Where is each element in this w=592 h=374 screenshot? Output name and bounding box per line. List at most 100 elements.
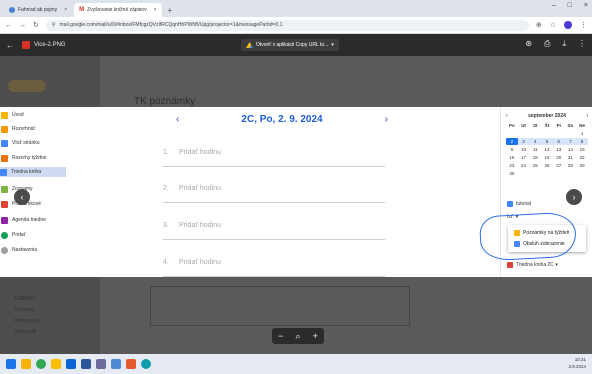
windows-start-icon[interactable] bbox=[6, 359, 16, 369]
calendar-day[interactable]: 30 bbox=[506, 170, 518, 177]
tutorial-icon bbox=[507, 201, 513, 207]
calendar-empty-cell bbox=[518, 130, 530, 137]
calendar-day[interactable]: 2 bbox=[506, 138, 518, 145]
calendar-day[interactable]: 5 bbox=[541, 138, 553, 145]
settings-icon[interactable] bbox=[111, 359, 121, 369]
lens-icon[interactable]: ⊕ bbox=[536, 21, 542, 29]
calendar-day[interactable]: 3 bbox=[517, 138, 530, 145]
outlook-icon[interactable] bbox=[66, 359, 76, 369]
close-window-button[interactable]: × bbox=[584, 2, 588, 9]
sidebar-item-triedna-kniha[interactable]: Triedna kniha bbox=[0, 167, 66, 177]
hour-slot-2[interactable]: 2. Pridať hodinu bbox=[163, 174, 385, 203]
browser-tab-2[interactable]: M Zvyšovanie knižné zápisov × bbox=[74, 3, 162, 17]
new-tab-button[interactable]: + bbox=[164, 6, 177, 17]
sidebar-item-zoznamy[interactable]: Zoznamy bbox=[1, 184, 67, 194]
photos-icon[interactable] bbox=[126, 359, 136, 369]
reload-icon[interactable]: ↻ bbox=[33, 21, 39, 29]
calendar-day[interactable]: 25 bbox=[529, 162, 541, 169]
hour-slot-3[interactable]: 3. Pridať hodinu bbox=[163, 211, 385, 240]
calendar-day[interactable]: 6 bbox=[552, 138, 565, 145]
calendar-weekday: Ut bbox=[521, 123, 526, 128]
print-icon[interactable]: ⎙ bbox=[544, 39, 550, 49]
forward-arrow-icon[interactable]: → bbox=[19, 22, 26, 29]
calendar-day[interactable]: 18 bbox=[529, 154, 541, 161]
site-info-icon[interactable]: ⚲ bbox=[52, 22, 56, 28]
calendar-day[interactable]: 12 bbox=[541, 146, 553, 153]
open-with-button[interactable]: Otvoriť v aplikácii Copy URL to... ▾ bbox=[241, 39, 339, 51]
browser-tab-bar: Fahrrad ab pojmy × M Zvyšovanie knižné z… bbox=[0, 0, 592, 17]
sidebar-item-label: Agenda triedne bbox=[12, 217, 46, 223]
hour-slot-1[interactable]: 1. Pridať hodinu bbox=[163, 138, 385, 167]
sidebar-item-rozvrhy[interactable]: Rozvrhy týždne bbox=[1, 153, 67, 163]
calendar-day[interactable]: 9 bbox=[506, 146, 518, 153]
system-clock[interactable]: 10:31 3.9.2024 bbox=[568, 356, 586, 370]
calendar-day[interactable]: 16 bbox=[506, 154, 518, 161]
calendar-day[interactable]: 21 bbox=[565, 154, 577, 161]
close-tab-icon[interactable]: × bbox=[64, 7, 67, 13]
sidebar-item-rozvrhnut[interactable]: Rozvrhnúť bbox=[1, 124, 67, 134]
chrome-icon[interactable] bbox=[36, 359, 46, 369]
calendar-day[interactable]: 24 bbox=[518, 162, 530, 169]
sidebar-item-uvod[interactable]: Úvod bbox=[1, 110, 67, 120]
calendar-day[interactable]: 1 bbox=[576, 130, 588, 137]
calendar-day[interactable]: 27 bbox=[553, 162, 565, 169]
teams-icon[interactable] bbox=[96, 359, 106, 369]
next-day-button[interactable]: › bbox=[385, 114, 388, 125]
calendar-prev-button[interactable]: ‹ bbox=[506, 113, 508, 119]
calendar-day[interactable]: 23 bbox=[506, 162, 518, 169]
close-preview-arrow-icon[interactable]: ← bbox=[6, 41, 14, 50]
add-hour-link[interactable]: Pridať hodinu bbox=[179, 259, 221, 266]
calendar-day[interactable]: 11 bbox=[529, 146, 541, 153]
prev-day-button[interactable]: ‹ bbox=[176, 114, 179, 125]
close-tab-icon[interactable]: × bbox=[154, 7, 157, 13]
calendar-day[interactable]: 20 bbox=[553, 154, 565, 161]
calendar-day[interactable]: 28 bbox=[565, 162, 577, 169]
folder-icon[interactable] bbox=[51, 359, 61, 369]
tutorial-link[interactable]: tutorial bbox=[507, 201, 531, 207]
minimize-button[interactable]: – bbox=[552, 2, 556, 9]
previous-file-button[interactable]: ‹ bbox=[14, 189, 30, 205]
calendar-day[interactable]: 13 bbox=[553, 146, 565, 153]
sidebar-item-pridat[interactable]: Pridať bbox=[1, 230, 67, 240]
profile-avatar[interactable] bbox=[564, 21, 572, 29]
maximize-button[interactable]: □ bbox=[568, 2, 572, 9]
zoom-out-button[interactable]: − bbox=[278, 331, 283, 341]
calendar-day[interactable]: 10 bbox=[518, 146, 530, 153]
bookmark-star-icon[interactable]: ☆ bbox=[550, 21, 556, 29]
add-hour-link[interactable]: Pridať hodinu bbox=[179, 222, 221, 229]
word-icon[interactable] bbox=[81, 359, 91, 369]
url-field[interactable]: ⚲ mail.google.com/mail/u/0/#inbox/FMfcgz… bbox=[45, 19, 529, 31]
calendar-day[interactable]: 4 bbox=[529, 138, 542, 145]
add-hour-link[interactable]: Pridať hodinu bbox=[179, 185, 221, 192]
calendar-day[interactable]: 19 bbox=[541, 154, 553, 161]
calendar-day[interactable]: 14 bbox=[565, 146, 577, 153]
calendar-day[interactable]: 7 bbox=[564, 138, 577, 145]
calendar-empty-cell bbox=[565, 130, 577, 137]
browser-menu-icon[interactable]: ⋮ bbox=[580, 21, 587, 29]
calendar-day[interactable]: 26 bbox=[541, 162, 553, 169]
sidebar-item-poznamkove[interactable]: Poznámkové bbox=[1, 199, 67, 209]
calendar-day[interactable]: 8 bbox=[576, 138, 588, 145]
file-explorer-icon[interactable] bbox=[21, 359, 31, 369]
class-book-selector[interactable]: Triedna kniha 2C ▾ bbox=[507, 262, 558, 268]
add-shortcut-icon[interactable]: ⊛ bbox=[525, 39, 532, 49]
more-options-icon[interactable]: ⋮ bbox=[578, 39, 586, 49]
zoom-in-button[interactable]: + bbox=[313, 331, 318, 341]
next-file-button[interactable]: › bbox=[566, 189, 582, 205]
hour-slot-4[interactable]: 4. Pridať hodinu bbox=[163, 248, 385, 277]
open-with-label: Otvoriť v aplikácii Copy URL to... bbox=[256, 42, 329, 48]
calendar-day[interactable]: 29 bbox=[576, 162, 588, 169]
sidebar-item-label: Pridať bbox=[12, 232, 26, 238]
calendar-day[interactable]: 17 bbox=[518, 154, 530, 161]
sidebar-item-nastavenia[interactable]: Nastavenia bbox=[1, 245, 67, 255]
sidebar-item-agenda[interactable]: Agenda triedne bbox=[1, 215, 67, 225]
browser-tab-1[interactable]: Fahrrad ab pojmy × bbox=[4, 3, 72, 17]
calendar-next-button[interactable]: › bbox=[586, 113, 588, 119]
back-arrow-icon[interactable]: ← bbox=[5, 22, 12, 29]
calendar-day[interactable]: 22 bbox=[576, 154, 588, 161]
edge-icon[interactable] bbox=[141, 359, 151, 369]
add-hour-link[interactable]: Pridať hodinu bbox=[179, 149, 221, 156]
calendar-day[interactable]: 15 bbox=[576, 146, 588, 153]
download-icon[interactable]: ⤓ bbox=[562, 39, 566, 49]
sidebar-item-vloz-stranku[interactable]: Vlož stránku bbox=[1, 138, 67, 148]
